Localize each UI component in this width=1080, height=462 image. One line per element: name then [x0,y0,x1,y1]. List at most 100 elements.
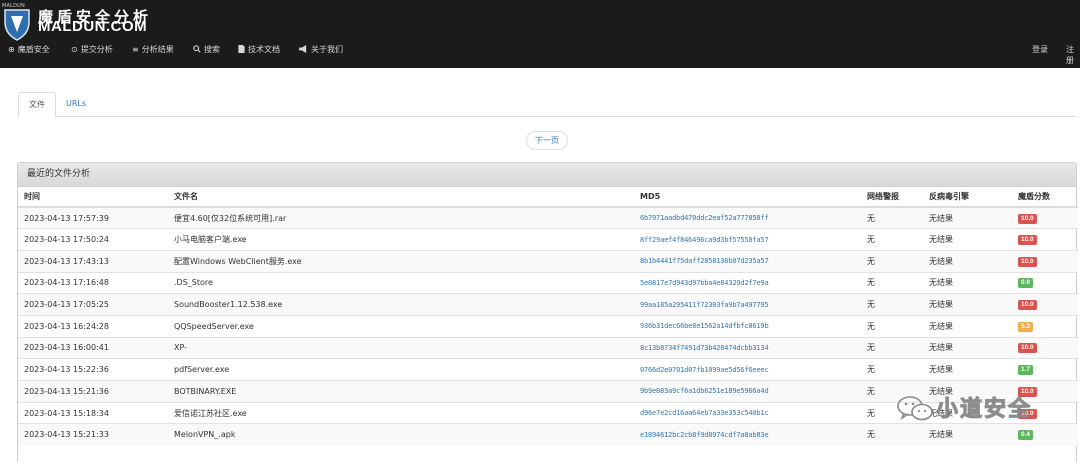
col-score: 魔盾分数 [1012,187,1078,208]
nav-label: 关于我们 [311,45,343,54]
md5-link[interactable]: 9b9e083a9cf6a1db6251e189e5966a4d [634,380,861,403]
time-cell: 2023-04-13 16:24:28 [18,314,168,338]
watermark-text: 小道安全 [935,397,1033,423]
md5-link[interactable]: 5e0817e7d943d97bba4e84329d2f7e9a [634,271,861,294]
md5-link[interactable]: 0766d2e0701d07fb1099ae5d56f6eeec [634,358,861,381]
register-link[interactable]: 注册 [1066,44,1080,66]
md5-link[interactable]: 6b7971aadbd470ddc2eaf52a777858ff [634,206,861,229]
network-alert-cell: 无 [861,358,923,381]
score-badge: 10.0 [1018,256,1037,267]
col-md5: MD5 [634,187,861,208]
md5-link[interactable]: d96e7e2cd16aa64eb7a33e353c540b1c [634,401,861,424]
score-cell: 1.7 [1012,358,1078,381]
md5-link[interactable]: 99aa185a295411f72303fa9b7a497795 [634,293,861,316]
score-cell: 10.0 [1012,336,1078,359]
filename-cell: BOTBINARY.EXE [168,380,634,403]
table-row[interactable]: 2023-04-13 17:05:25 SoundBooster1.12.538.… [18,293,1078,316]
network-alert-cell: 无 [861,249,923,273]
login-link[interactable]: 登录 [1032,44,1048,55]
table-row[interactable]: 2023-04-13 16:24:28 QQSpeedServer.exe 936b… [18,314,1078,338]
nav-label: 魔盾安全 [17,45,50,54]
antivirus-cell: 无结果 [923,228,1012,251]
table-row[interactable]: 2023-04-13 17:57:39 便宜4.60[仅32位系统可用].rar 6… [18,206,1078,229]
filename-cell: SoundBooster1.12.538.exe [168,293,634,316]
col-time: 时间 [18,187,168,208]
network-alert-cell: 无 [861,314,923,338]
network-alert-cell: 无 [861,206,923,229]
nav-label: 技术文档 [248,45,280,54]
megaphone-icon [299,44,308,55]
filename-cell: .DS_Store [168,271,634,294]
nav-item-search[interactable]: 搜索 [193,44,220,55]
score-cell: 10.0 [1012,206,1078,229]
next-page-button[interactable]: 下一页 [526,131,568,150]
table-row[interactable]: 2023-04-13 16:00:41 XP- 8c13b8734f7491d73b… [18,336,1078,359]
antivirus-cell: 无结果 [923,293,1012,316]
score-badge: 10.0 [1018,213,1037,224]
filename-cell: 配置Windows WebClient服务.exe [168,249,634,273]
filename-cell: pdfServer.exe [168,358,634,381]
network-alert-cell: 无 [861,271,923,294]
panel-title: 最近的文件分析 [18,163,1076,187]
tab-files[interactable]: 文件 [18,92,56,118]
wechat-icon [897,396,933,421]
antivirus-cell: 无结果 [923,314,1012,338]
col-network-alert: 网络警报 [861,187,923,208]
filename-cell: MelonVPN_.apk [168,423,634,446]
watermark: 小道安全 [896,388,1056,428]
antivirus-cell: 无结果 [923,336,1012,359]
table-header-row: 时间 文件名 MD5 网络警报 反病毒引擎 魔盾分数 [18,187,1078,208]
upload-circle-icon: ⊙ [71,44,78,54]
table-row[interactable]: 2023-04-13 17:16:48 .DS_Store 5e0817e7d943… [18,271,1078,294]
nav-item-home[interactable]: ⊕ 魔盾安全 [8,44,50,55]
score-badge: 0.0 [1018,278,1034,289]
maldun-logo[interactable]: MALDUN [2,3,32,41]
nav-label: 提交分析 [80,45,113,54]
col-antivirus: 反病毒引擎 [923,187,1012,208]
filename-cell: XP- [168,336,634,359]
filename-cell: 爱信诺江苏社区.exe [168,401,634,424]
network-alert-cell: 无 [861,228,923,251]
tab-urls[interactable]: URLs [56,92,96,117]
nav-item-results[interactable]: ≡ 分析结果 [132,44,174,55]
list-icon: ≡ [132,44,139,54]
time-cell: 2023-04-13 15:21:36 [18,380,168,403]
nav-item-about[interactable]: 关于我们 [299,44,343,55]
score-badge: 5.3 [1018,321,1034,332]
table-row[interactable]: 2023-04-13 15:22:36 pdfServer.exe 0766d2e0… [18,358,1078,381]
table-row[interactable]: 2023-04-13 17:50:24 小马电脑客户端.exe 8ff29aef4f… [18,228,1078,251]
score-cell: 10.0 [1012,249,1078,273]
md5-link[interactable]: 8c13b8734f7491d73b428474dcbb3134 [634,336,861,359]
filename-cell: 便宜4.60[仅32位系统可用].rar [168,206,634,229]
md5-link[interactable]: 936b31dec66be8e1562a14dfbfc8619b [634,314,861,338]
time-cell: 2023-04-13 17:50:24 [18,228,168,251]
nav-item-docs[interactable]: 技术文档 [238,44,280,55]
score-badge: 10.0 [1018,343,1037,354]
antivirus-cell: 无结果 [923,358,1012,381]
main-nav: ⊕ 魔盾安全 ⊙ 提交分析 ≡ 分析结果 搜索 技术文档 关于我们 登录 注册 [0,44,1080,65]
time-cell: 2023-04-13 16:00:41 [18,336,168,359]
score-cell: 0.0 [1012,271,1078,294]
md5-link[interactable]: e1894612bc2cb8f9d8974cdf7a8ab83e [634,423,861,446]
nav-item-submit[interactable]: ⊙ 提交分析 [71,44,113,55]
filename-cell: QQSpeedServer.exe [168,314,634,338]
table-row[interactable]: 2023-04-13 17:43:13 配置Windows WebClient服务… [18,249,1078,273]
score-cell: 10.0 [1012,293,1078,316]
score-badge: 10.0 [1018,235,1037,246]
document-icon [238,44,245,55]
time-cell: 2023-04-13 17:43:13 [18,249,168,273]
time-cell: 2023-04-13 17:16:48 [18,271,168,294]
md5-link[interactable]: 8ff29aef4f846496ca9d3bf57558fa57 [634,228,861,251]
network-alert-cell: 无 [861,293,923,316]
shield-logo-icon [4,9,30,41]
circle-info-icon: ⊕ [8,44,15,54]
time-cell: 2023-04-13 15:18:34 [18,401,168,424]
time-cell: 2023-04-13 15:21:33 [18,423,168,446]
search-icon [193,44,201,55]
col-filename: 文件名 [168,187,634,208]
score-badge: 0.4 [1018,430,1034,441]
antivirus-cell: 无结果 [923,249,1012,273]
time-cell: 2023-04-13 17:57:39 [18,206,168,229]
md5-link[interactable]: 8b1b4441f75daff2858136b07d235a57 [634,249,861,273]
nav-label: 分析结果 [141,45,174,54]
